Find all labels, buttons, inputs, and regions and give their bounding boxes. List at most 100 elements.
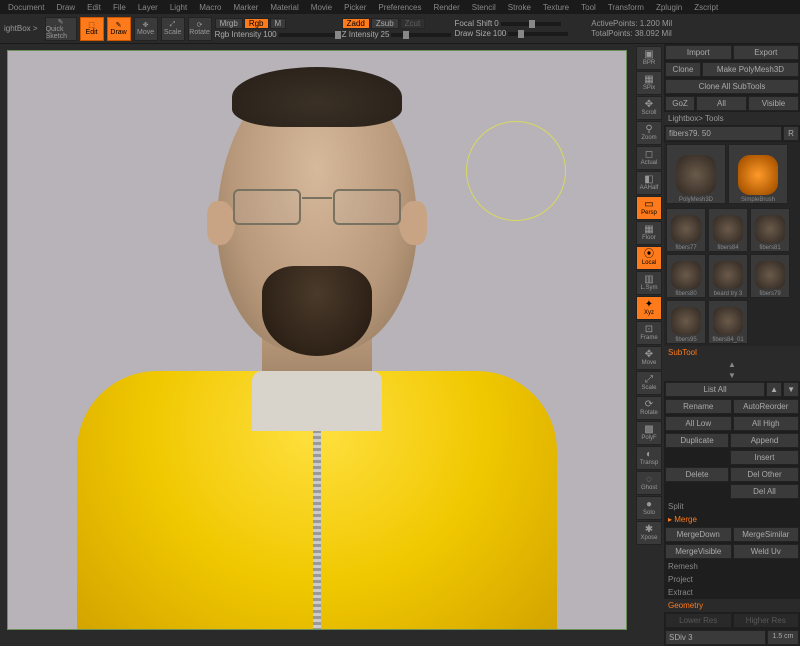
xyz-button[interactable]: ✦Xyz bbox=[636, 296, 662, 320]
actual-button[interactable]: ◻Actual bbox=[636, 146, 662, 170]
menu-file[interactable]: File bbox=[109, 3, 130, 12]
scale-button[interactable]: ⤢Scale bbox=[161, 17, 185, 41]
move-button[interactable]: ✥Move bbox=[134, 17, 158, 41]
extract-section-header[interactable]: Extract bbox=[664, 586, 800, 599]
tool-thumb-fibers79[interactable]: fibers79 bbox=[750, 254, 790, 298]
scale2-button[interactable]: ⤢Scale bbox=[636, 371, 662, 395]
tool-thumb-fibers95[interactable]: fibers95 bbox=[666, 300, 706, 344]
menu-document[interactable]: Document bbox=[4, 3, 48, 12]
local-button[interactable]: ⦿Local bbox=[636, 246, 662, 270]
draw-button[interactable]: ✎Draw bbox=[107, 17, 131, 41]
menu-material[interactable]: Material bbox=[266, 3, 302, 12]
subtool-scroll-down[interactable]: ▼ bbox=[664, 370, 800, 381]
higher-res-button[interactable]: Higher Res bbox=[733, 613, 800, 628]
rgb-button[interactable]: Rgb bbox=[244, 18, 269, 29]
tool-thumb-fibers84_01[interactable]: fibers84_01 bbox=[708, 300, 748, 344]
menu-transform[interactable]: Transform bbox=[604, 3, 648, 12]
clone-button[interactable]: Clone bbox=[665, 62, 701, 77]
frame-button[interactable]: ⊡Frame bbox=[636, 321, 662, 345]
insert-button[interactable]: Insert bbox=[730, 450, 799, 465]
split-section-header[interactable]: Split bbox=[664, 500, 800, 513]
rename-button[interactable]: Rename bbox=[665, 399, 732, 414]
current-tool-name[interactable]: fibers79. 50 bbox=[665, 126, 782, 141]
project-section-header[interactable]: Project bbox=[664, 573, 800, 586]
r-button[interactable]: R bbox=[783, 126, 799, 141]
make-polymesh3d-button[interactable]: Make PolyMesh3D bbox=[702, 62, 799, 77]
goz-visible-button[interactable]: Visible bbox=[748, 96, 799, 111]
edit-button[interactable]: ⬚Edit bbox=[80, 17, 104, 41]
list-all-button[interactable]: List All bbox=[665, 382, 765, 397]
rotate2-button[interactable]: ⟳Rotate bbox=[636, 396, 662, 420]
menu-stencil[interactable]: Stencil bbox=[468, 3, 500, 12]
nav-down-button[interactable]: ▼ bbox=[783, 382, 799, 397]
autoreorder-button[interactable]: AutoReorder bbox=[733, 399, 800, 414]
menu-zscript[interactable]: Zscript bbox=[690, 3, 722, 12]
menu-light[interactable]: Light bbox=[166, 3, 191, 12]
menu-zplugin[interactable]: Zplugin bbox=[652, 3, 686, 12]
clone-all-subtools-button[interactable]: Clone All SubTools bbox=[665, 79, 799, 94]
tool-thumb-beard-try-3[interactable]: beard try 3 bbox=[708, 254, 748, 298]
merge-section-header[interactable]: ▸ Merge bbox=[664, 513, 800, 526]
rotate-button[interactable]: ⟳Rotate bbox=[188, 17, 212, 41]
remesh-section-header[interactable]: Remesh bbox=[664, 560, 800, 573]
menu-draw[interactable]: Draw bbox=[52, 3, 79, 12]
lower-res-button[interactable]: Lower Res bbox=[665, 613, 732, 628]
mergesimilar-button[interactable]: MergeSimilar bbox=[733, 527, 800, 542]
mrgb-button[interactable]: Mrgb bbox=[215, 18, 243, 29]
aahalf-button[interactable]: ◧AAHalf bbox=[636, 171, 662, 195]
draw-size-slider[interactable]: Draw Size 100 bbox=[454, 29, 568, 38]
weld-uv-button[interactable]: Weld Uv bbox=[733, 544, 800, 559]
tool-thumb-fibers80[interactable]: fibers80 bbox=[666, 254, 706, 298]
tool-thumb-simplebrush[interactable]: SimpleBrush bbox=[728, 144, 788, 204]
m-button[interactable]: M bbox=[270, 18, 287, 29]
lightbox-label[interactable]: ightBox > bbox=[4, 24, 38, 33]
sdiv-slider[interactable]: SDiv 3 bbox=[665, 630, 766, 645]
delete-button[interactable]: Delete bbox=[665, 467, 729, 482]
floor-button[interactable]: ▦Floor bbox=[636, 221, 662, 245]
menu-macro[interactable]: Macro bbox=[195, 3, 225, 12]
mergevisible-button[interactable]: MergeVisible bbox=[665, 544, 732, 559]
move2-button[interactable]: ✥Move bbox=[636, 346, 662, 370]
menu-tool[interactable]: Tool bbox=[577, 3, 600, 12]
goz-button[interactable]: GoZ bbox=[665, 96, 695, 111]
ghost-button[interactable]: ◌Ghost bbox=[636, 471, 662, 495]
lsym-button[interactable]: ▥L.Sym bbox=[636, 271, 662, 295]
del-all-button[interactable]: Del All bbox=[730, 484, 799, 499]
import-button[interactable]: Import bbox=[665, 45, 732, 60]
menu-marker[interactable]: Marker bbox=[229, 3, 262, 12]
xpose-button[interactable]: ✱Xpose bbox=[636, 521, 662, 545]
del-other-button[interactable]: Del Other bbox=[730, 467, 799, 482]
rgb-intensity-slider[interactable]: Rgb Intensity 100 bbox=[215, 30, 339, 39]
menu-texture[interactable]: Texture bbox=[539, 3, 573, 12]
geometry-panel-header[interactable]: Geometry bbox=[664, 599, 800, 612]
persp-button[interactable]: ▭Persp bbox=[636, 196, 662, 220]
bpr-button[interactable]: ▣BPR bbox=[636, 46, 662, 70]
zadd-button[interactable]: Zadd bbox=[342, 18, 370, 29]
tool-thumb-fibers77[interactable]: fibers77 bbox=[666, 208, 706, 252]
subtool-panel-header[interactable]: SubTool bbox=[664, 346, 800, 359]
all-low-button[interactable]: All Low bbox=[665, 416, 732, 431]
tool-thumb-polymesh3d[interactable]: PolyMesh3D bbox=[666, 144, 726, 204]
tool-thumb-fibers84[interactable]: fibers84 bbox=[708, 208, 748, 252]
z-intensity-slider[interactable]: Z Intensity 25 bbox=[342, 30, 452, 39]
zoom-button[interactable]: ⚲Zoom bbox=[636, 121, 662, 145]
tool-thumb-fibers81[interactable]: fibers81 bbox=[750, 208, 790, 252]
menu-movie[interactable]: Movie bbox=[307, 3, 336, 12]
zsub-button[interactable]: Zsub bbox=[371, 18, 399, 29]
menu-stroke[interactable]: Stroke bbox=[504, 3, 535, 12]
export-button[interactable]: Export bbox=[733, 45, 800, 60]
viewport-canvas[interactable] bbox=[7, 50, 627, 630]
zcut-button[interactable]: Zcut bbox=[400, 18, 426, 29]
focal-shift-slider[interactable]: Focal Shift 0 bbox=[454, 19, 568, 28]
all-high-button[interactable]: All High bbox=[733, 416, 800, 431]
duplicate-button[interactable]: Duplicate bbox=[665, 433, 729, 448]
nav-up-button[interactable]: ▲ bbox=[766, 382, 782, 397]
append-button[interactable]: Append bbox=[730, 433, 799, 448]
spix-button[interactable]: ▦SPix bbox=[636, 71, 662, 95]
solo-button[interactable]: ●Solo bbox=[636, 496, 662, 520]
scroll-button[interactable]: ✥Scroll bbox=[636, 96, 662, 120]
transp-button[interactable]: ◐Transp bbox=[636, 446, 662, 470]
menu-picker[interactable]: Picker bbox=[340, 3, 370, 12]
menu-layer[interactable]: Layer bbox=[134, 3, 162, 12]
mergedown-button[interactable]: MergeDown bbox=[665, 527, 732, 542]
